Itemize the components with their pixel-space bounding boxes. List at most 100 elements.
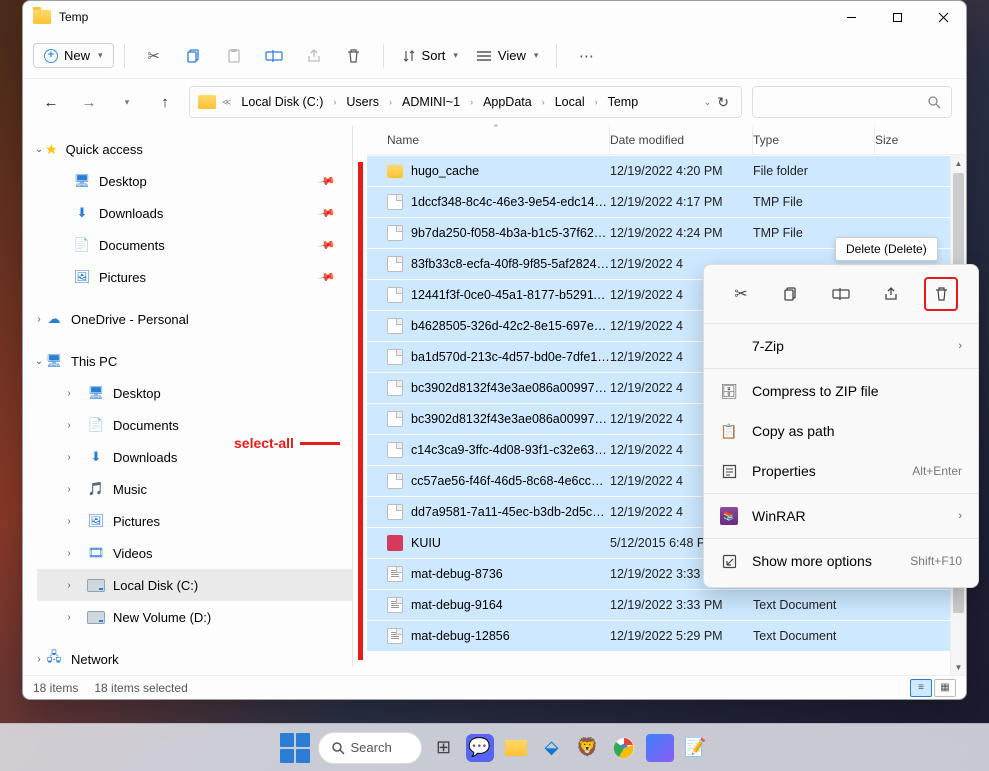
view-button[interactable]: View ▾	[468, 44, 546, 67]
chevron-down-icon[interactable]: ⌄	[33, 356, 45, 367]
sidebar-label: Pictures	[113, 514, 160, 529]
chevron-right-icon[interactable]: ›	[63, 388, 75, 399]
icons-view-button[interactable]: ▦	[934, 679, 956, 697]
cut-icon[interactable]: ✂	[135, 38, 173, 74]
maximize-button[interactable]	[874, 1, 920, 33]
sidebar-item-pictures[interactable]: 🖼Pictures📌	[37, 261, 352, 293]
up-button[interactable]: ↑	[151, 88, 179, 116]
taskbar-notepad[interactable]: 📝	[682, 734, 710, 762]
taskbar-brave[interactable]: 🦁	[574, 734, 602, 762]
details-view-button[interactable]: ≡	[910, 679, 932, 697]
sidebar-item-videos[interactable]: ›🎞Videos	[37, 537, 352, 569]
downloads-icon: ⬇	[73, 205, 91, 221]
paste-icon[interactable]	[215, 38, 253, 74]
new-button[interactable]: + New ▾	[33, 43, 114, 68]
chevron-right-icon[interactable]: ›	[33, 654, 45, 665]
start-button[interactable]	[280, 733, 310, 763]
table-row[interactable]: mat-debug-12856 12/19/2022 5:29 PM Text …	[367, 620, 966, 651]
menu-item-show-more[interactable]: Show more options Shift+F10	[704, 541, 978, 581]
sidebar-item-this-pc[interactable]: ⌄ 🖥 This PC	[37, 345, 352, 377]
scroll-down-icon[interactable]: ▼	[951, 659, 966, 675]
chevron-right-icon[interactable]: ›	[63, 516, 75, 527]
recent-dropdown[interactable]: ▾	[113, 88, 141, 116]
minimize-button[interactable]	[828, 1, 874, 33]
sidebar-item-downloads[interactable]: ⬇Downloads📌	[37, 197, 352, 229]
sidebar-item-local-disk-c[interactable]: ›Local Disk (C:)	[37, 569, 352, 601]
sidebar-item-desktop[interactable]: ›🖥Desktop	[37, 377, 352, 409]
sidebar-item-music[interactable]: ›🎵Music	[37, 473, 352, 505]
breadcrumb[interactable]: ≪ Local Disk (C:) › Users › ADMINI~1 › A…	[189, 86, 742, 118]
taskbar-search[interactable]: Search	[318, 732, 422, 764]
chevron-right-icon: ›	[468, 97, 475, 107]
column-name[interactable]: Name	[367, 125, 610, 154]
table-row[interactable]: 1dccf348-8c4c-46e3-9e54-edc1480811d6... …	[367, 186, 966, 217]
taskbar-task-view[interactable]: ⊞	[430, 734, 458, 762]
chevron-right-icon[interactable]: ›	[63, 420, 75, 431]
taskbar-app[interactable]	[646, 734, 674, 762]
column-size[interactable]: Size	[875, 133, 966, 147]
taskbar-explorer[interactable]	[502, 734, 530, 762]
table-row[interactable]: hugo_cache 12/19/2022 4:20 PM File folde…	[367, 155, 966, 186]
column-type[interactable]: Type	[753, 125, 875, 154]
chevron-right-icon[interactable]: ›	[63, 548, 75, 559]
file-date: 12/19/2022 4:24 PM	[610, 226, 753, 240]
refresh-icon[interactable]: ↻	[717, 94, 729, 111]
chevron-down-icon[interactable]: ⌄	[33, 144, 45, 155]
chevron-right-icon[interactable]: ›	[63, 612, 75, 623]
forward-button[interactable]: →	[75, 88, 103, 116]
breadcrumb-segment[interactable]: AppData	[479, 93, 536, 111]
chevron-right-icon[interactable]: ›	[63, 452, 75, 463]
documents-icon: 📄	[73, 237, 91, 253]
search-input[interactable]	[752, 86, 952, 118]
menu-item-properties[interactable]: Properties Alt+Enter	[704, 451, 978, 491]
file-name: 1dccf348-8c4c-46e3-9e54-edc1480811d6...	[411, 195, 610, 209]
chevron-right-icon[interactable]: ›	[33, 314, 45, 325]
cut-icon[interactable]: ✂	[724, 277, 758, 311]
share-icon[interactable]	[295, 38, 333, 74]
sidebar-item-network[interactable]: › 🖧 Network	[37, 643, 352, 675]
chevron-right-icon[interactable]: ›	[63, 484, 75, 495]
table-row[interactable]: mat-debug-9164 12/19/2022 3:33 PM Text D…	[367, 589, 966, 620]
sidebar-label: New Volume (D:)	[113, 610, 211, 625]
taskbar-app[interactable]: 💬	[466, 734, 494, 762]
share-icon[interactable]	[874, 277, 908, 311]
sidebar-item-new-volume-d[interactable]: › New Volume (D:)	[37, 601, 352, 633]
status-items: 18 items	[33, 681, 78, 695]
column-date[interactable]: Date modified	[610, 125, 753, 154]
copy-icon[interactable]	[774, 277, 808, 311]
breadcrumb-segment[interactable]: Local Disk (C:)	[237, 93, 327, 111]
sidebar-item-documents[interactable]: 📄Documents📌	[37, 229, 352, 261]
file-type: TMP File	[753, 195, 875, 209]
more-icon[interactable]: ⋯	[567, 38, 605, 74]
menu-item-compress-zip[interactable]: 🗄 Compress to ZIP file	[704, 371, 978, 411]
breadcrumb-segment[interactable]: Local	[551, 93, 589, 111]
menu-item-winrar[interactable]: 📚 WinRAR ›	[704, 496, 978, 536]
sidebar-item-onedrive[interactable]: › ☁ OneDrive - Personal	[37, 303, 352, 335]
rename-icon[interactable]	[255, 38, 293, 74]
sidebar-item-desktop[interactable]: 🖥Desktop📌	[37, 165, 352, 197]
copy-icon[interactable]	[175, 38, 213, 74]
delete-icon[interactable]	[335, 38, 373, 74]
breadcrumb-segment[interactable]: Users	[342, 93, 383, 111]
file-name: 9b7da250-f058-4b3a-b1c5-37f62046b25b...	[411, 226, 610, 240]
menu-item-7zip[interactable]: 7-Zip ›	[704, 326, 978, 366]
back-button[interactable]: ←	[37, 88, 65, 116]
sidebar-item-pictures[interactable]: ›🖼Pictures	[37, 505, 352, 537]
taskbar-vscode[interactable]: ⬙	[538, 734, 566, 762]
delete-icon[interactable]	[924, 277, 958, 311]
annotation-select-all: select-all	[234, 435, 340, 451]
menu-item-copy-path[interactable]: 📋 Copy as path	[704, 411, 978, 451]
search-icon	[331, 741, 345, 755]
breadcrumb-segment[interactable]: ADMINI~1	[398, 93, 464, 111]
sidebar-item-quick-access[interactable]: ⌄ ★ Quick access	[37, 133, 352, 165]
chevron-right-icon[interactable]: ›	[63, 580, 75, 591]
sidebar-label: Desktop	[99, 174, 147, 189]
chevron-down-icon[interactable]: ⌄	[704, 97, 712, 108]
taskbar-chrome[interactable]	[610, 734, 638, 762]
close-button[interactable]	[920, 1, 966, 33]
sort-button[interactable]: Sort ▾	[394, 44, 466, 67]
breadcrumb-segment[interactable]: Temp	[604, 93, 643, 111]
rename-icon[interactable]	[824, 277, 858, 311]
scroll-up-icon[interactable]: ▲	[951, 155, 966, 171]
toolbar: + New ▾ ✂ Sort ▾	[23, 33, 966, 79]
